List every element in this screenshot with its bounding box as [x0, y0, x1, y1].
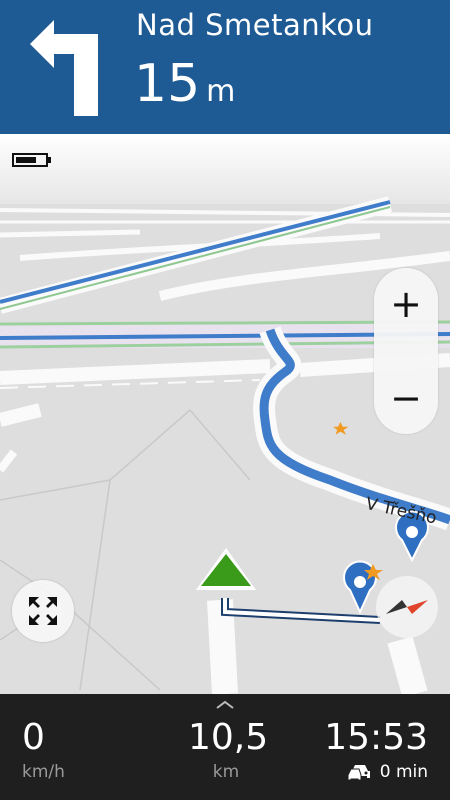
trip-info-bar[interactable]: 0 km/h 10,5 km 15:53 0 min [0, 694, 450, 800]
compass-icon [386, 600, 428, 614]
zoom-out-button[interactable]: − [374, 366, 438, 430]
zoom-in-button[interactable]: + [374, 272, 438, 336]
speed-value: 0 [22, 717, 45, 758]
zoom-control: + − [374, 268, 438, 434]
distance-to-turn: 15 m [134, 58, 235, 110]
expand-icon [29, 597, 57, 625]
next-street-name: Nad Smetankou [136, 8, 374, 42]
remaining-distance-unit: km [212, 762, 240, 782]
traffic-car-icon [347, 765, 370, 781]
distance-unit: m [206, 74, 236, 109]
turn-left-arrow-icon [30, 20, 98, 116]
compass-button[interactable] [376, 576, 438, 638]
distance-value: 15 [134, 54, 201, 114]
traffic-delay-value: 0 min [379, 762, 428, 782]
arrival-display: 15:53 0 min [324, 717, 428, 783]
remaining-distance-display: 10,5 km [188, 717, 269, 783]
traffic-delay: 0 min [324, 762, 428, 782]
chevron-up-icon[interactable] [214, 700, 236, 710]
speed-display: 0 km/h [22, 717, 65, 783]
battery-icon [12, 153, 51, 167]
instruction-banner: Nad Smetankou 15 m [0, 0, 450, 134]
remaining-distance-value: 10,5 [188, 717, 269, 758]
speed-unit: km/h [22, 762, 65, 782]
fullscreen-button[interactable] [12, 580, 74, 642]
arrival-time: 15:53 [324, 717, 428, 758]
